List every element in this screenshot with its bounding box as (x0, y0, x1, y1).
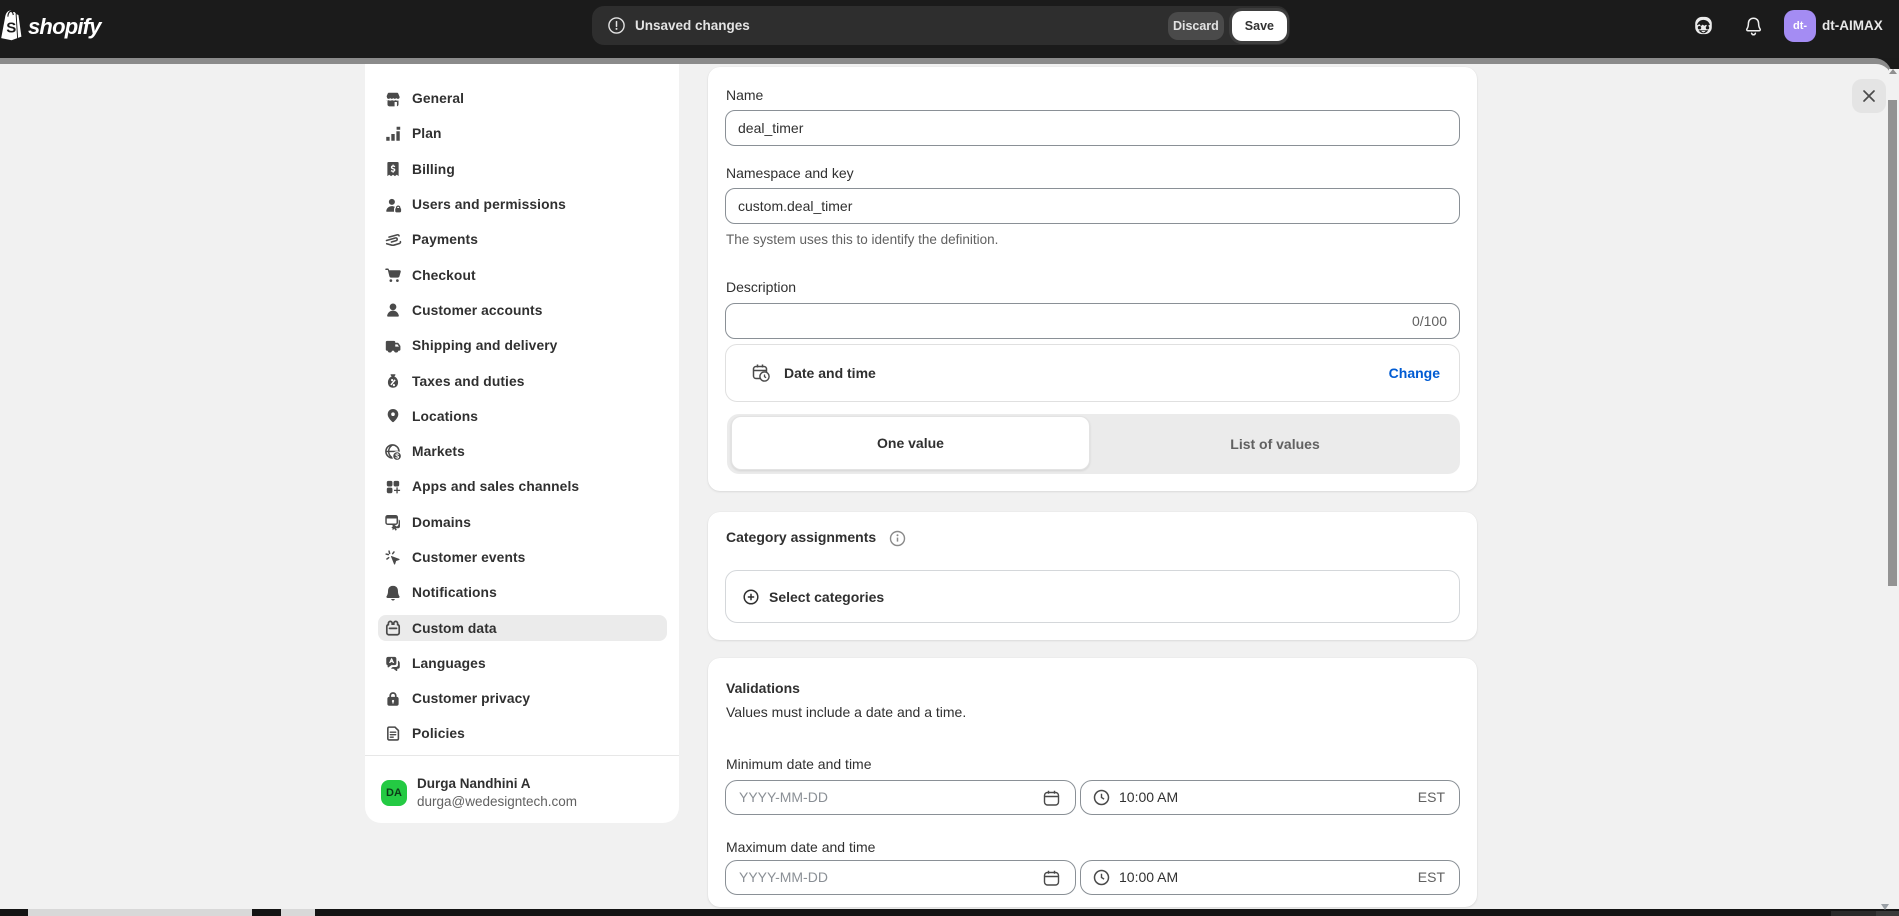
svg-text:$: $ (395, 453, 399, 460)
svg-text:S: S (6, 20, 16, 37)
